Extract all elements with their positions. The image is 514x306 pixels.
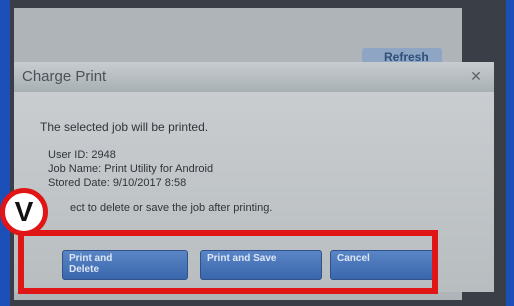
- close-icon[interactable]: ✕: [468, 68, 484, 84]
- highlight-box: [18, 230, 438, 294]
- user-id-text: User ID: 2948: [48, 149, 116, 161]
- annotation-marker: V: [0, 188, 48, 236]
- dialog-message: The selected job will be printed.: [40, 120, 209, 134]
- dialog-title: Charge Print: [22, 68, 107, 85]
- instruction-text: ect to delete or save the job after prin…: [70, 202, 273, 214]
- stored-date-text: Stored Date: 9/10/2017 8:58: [48, 177, 187, 189]
- job-details: User ID: 2948 Job Name: Print Utility fo…: [48, 148, 213, 190]
- dialog-titlebar: Charge Print ✕: [14, 62, 494, 93]
- job-name-text: Job Name: Print Utility for Android: [48, 163, 214, 175]
